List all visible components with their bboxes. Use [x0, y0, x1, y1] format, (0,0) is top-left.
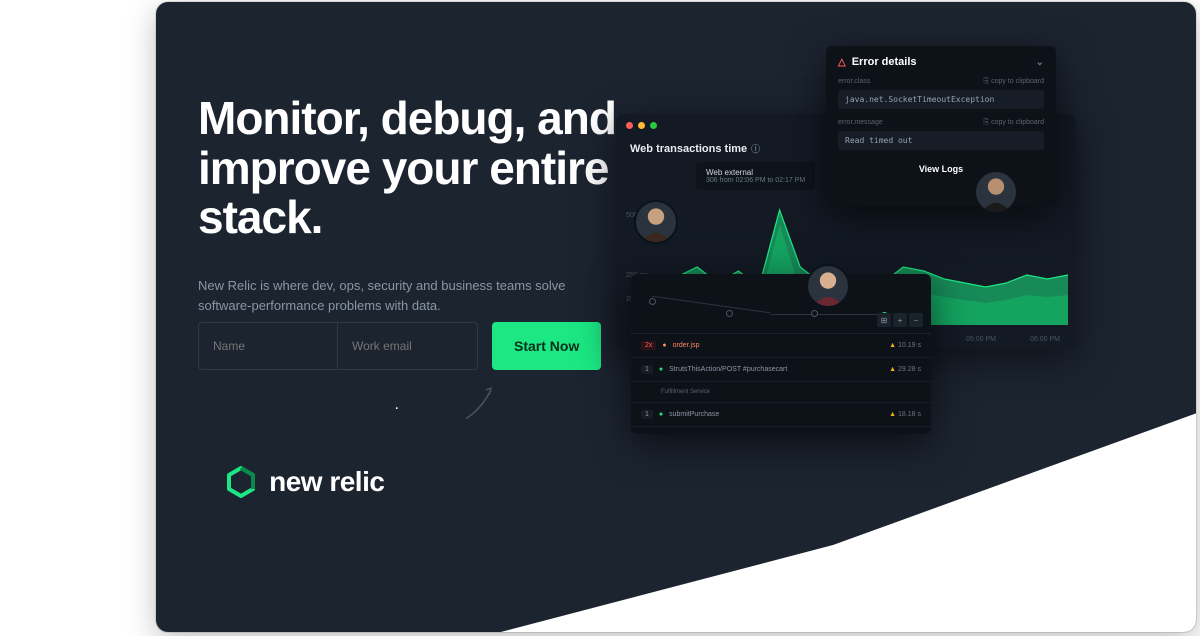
warning-icon: ▲ [889, 366, 896, 373]
chart-tooltip: Web external 306 from 02:06 PM to 02:17 … [696, 162, 815, 190]
email-input[interactable] [338, 322, 478, 370]
x-tick: 06:00 PM [1030, 336, 1060, 343]
hero-subtitle: New Relic is where dev, ops, security an… [198, 276, 578, 315]
dot-icon: ● [659, 366, 663, 373]
error-label: error.message [838, 119, 883, 127]
chart-title: Web transactions timeⓘ [630, 142, 760, 155]
zoom-in-icon[interactable]: + [893, 313, 907, 327]
count-badge: 2x [641, 341, 656, 350]
view-logs-button[interactable]: View Logs [838, 164, 1044, 174]
error-title: Error details [852, 56, 917, 68]
trace-file: order.jsp [673, 342, 700, 349]
info-icon: ⓘ [751, 144, 760, 154]
chevron-down-icon[interactable]: ⌄ [1036, 57, 1044, 68]
error-label: error.class [838, 78, 870, 86]
trace-sub: Ad by Service [631, 427, 931, 434]
trace-row[interactable]: 2x ● order.jsp ▲ 10.19 s [631, 334, 931, 358]
name-input[interactable] [198, 322, 338, 370]
avatar-web: Web [974, 170, 1018, 214]
error-value: java.net.SocketTimeoutException [838, 90, 1044, 109]
signup-form: Start Now [198, 322, 601, 370]
warning-icon: △ [838, 57, 846, 68]
dot-icon: ● [662, 342, 666, 349]
start-now-button[interactable]: Start Now [492, 322, 601, 370]
min-dot-icon [638, 122, 645, 129]
newrelic-logo-icon [223, 464, 259, 500]
trace-file: StrutsThisAction/POST #purchasecart [669, 366, 787, 373]
copy-link[interactable]: ⎘ copy to clipboard [984, 78, 1044, 86]
x-tick: 05:00 PM [966, 336, 996, 343]
trace-file: submitPurchase [669, 411, 719, 418]
count-badge: 1 [641, 410, 653, 419]
logo-badge: new relic. [156, 382, 466, 582]
warning-icon: ▲ [889, 411, 896, 418]
grid-icon[interactable]: ⊞ [877, 313, 891, 327]
trace-row[interactable]: 1 ● StrutsThisAction/POST #purchasecart … [631, 358, 931, 382]
diagonal-cutout [497, 413, 1196, 632]
tooltip-title: Web external [706, 168, 805, 177]
trace-sub: Fulfillment Service [631, 382, 931, 403]
avatar-fullstack: Full-Stack [806, 264, 850, 308]
brand-name: new relic [269, 466, 384, 498]
max-dot-icon [650, 122, 657, 129]
trace-controls: ⊞ + − [877, 313, 923, 327]
warning-icon: ▲ [889, 342, 896, 349]
trace-graph: ⊞ + − [631, 274, 931, 334]
dot-icon: ● [659, 411, 663, 418]
hero-card: Monitor, debug, and improve your entire … [156, 2, 1196, 632]
hero-title: Monitor, debug, and improve your entire … [198, 94, 658, 243]
trace-row[interactable]: 1 ● submitPurchase ▲ 18.18 s [631, 403, 931, 427]
close-dot-icon [626, 122, 633, 129]
avatar-devops: DevOps [634, 200, 678, 244]
zoom-out-icon[interactable]: − [909, 313, 923, 327]
tooltip-sub: 306 from 02:06 PM to 02:17 PM [706, 177, 805, 184]
copy-link[interactable]: ⎘ copy to clipboard [984, 119, 1044, 127]
error-value: Read timed out [838, 131, 1044, 150]
count-badge: 1 [641, 365, 653, 374]
window-controls [626, 122, 657, 129]
error-details-panel: △ Error details ⌄ error.class ⎘ copy to c… [826, 46, 1056, 206]
trace-panel: ⊞ + − 2x ● order.jsp ▲ 10.19 s 1 ● Strut… [631, 274, 931, 434]
